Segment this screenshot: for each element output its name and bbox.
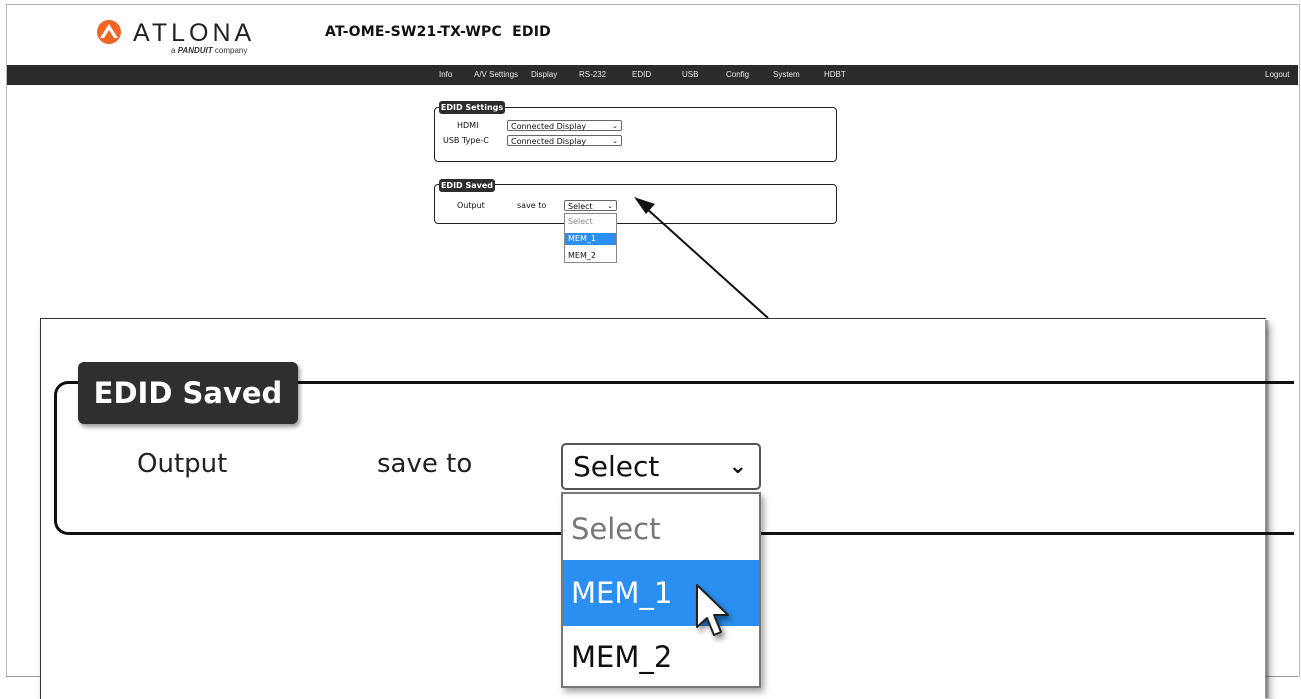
nav-item-hdbt[interactable]: HDBT (824, 65, 846, 85)
save-to-select[interactable]: Select ⌄ (564, 200, 617, 211)
zoom-dropdown-option-select[interactable]: Select (563, 496, 759, 562)
pointer-cursor-icon (696, 584, 729, 636)
output-label: Output (457, 201, 485, 210)
logout-link[interactable]: Logout (1265, 65, 1289, 85)
brand-subtitle: a PANDUIT company (171, 46, 248, 55)
page-title: AT-OME-SW21-TX-WPC EDID (325, 24, 551, 40)
hdmi-label: HDMI (457, 121, 479, 130)
dropdown-option-mem1[interactable]: MEM_1 (565, 233, 616, 245)
nav-item-system[interactable]: System (773, 65, 800, 85)
edid-settings-fieldset (434, 107, 837, 162)
atlona-logo-icon (97, 20, 121, 44)
nav-item-config[interactable]: Config (726, 65, 749, 85)
chevron-down-icon: ⌄ (612, 137, 618, 145)
nav-bar: Info A/V Settings Display RS-232 EDID US… (7, 65, 1298, 85)
nav-item-rs232[interactable]: RS-232 (579, 65, 606, 85)
chevron-down-icon: ⌄ (607, 202, 613, 210)
dropdown-option-mem2[interactable]: MEM_2 (565, 250, 616, 262)
zoom-output-label: Output (137, 449, 228, 479)
usb-type-c-label: USB Type-C (443, 136, 489, 145)
zoom-save-to-label: save to (377, 449, 473, 479)
nav-item-edid[interactable]: EDID (632, 65, 651, 85)
brand-logo: ATLONA a PANDUIT company (95, 18, 265, 55)
frame-edge (6, 676, 42, 677)
chevron-down-icon: ⌄ (612, 122, 618, 130)
chevron-down-icon: ⌄ (728, 454, 747, 479)
zoom-edid-saved-legend: EDID Saved (78, 362, 298, 424)
usb-type-c-edid-select[interactable]: Connected Display ⌄ (507, 135, 622, 146)
nav-item-info[interactable]: Info (439, 65, 452, 85)
dropdown-option-select[interactable]: Select (565, 216, 616, 228)
nav-item-av-settings[interactable]: A/V Settings (474, 65, 518, 85)
nav-item-display[interactable]: Display (531, 65, 557, 85)
save-to-label: save to (517, 201, 547, 210)
save-to-dropdown: Select MEM_1 MEM_2 (564, 213, 617, 263)
edid-saved-legend: EDID Saved (439, 179, 495, 192)
nav-item-usb[interactable]: USB (682, 65, 698, 85)
edid-settings-legend: EDID Settings (439, 101, 505, 114)
brand-name: ATLONA (133, 19, 256, 47)
hdmi-edid-select[interactable]: Connected Display ⌄ (507, 120, 622, 131)
zoom-save-to-select[interactable]: Select ⌄ (561, 443, 761, 490)
